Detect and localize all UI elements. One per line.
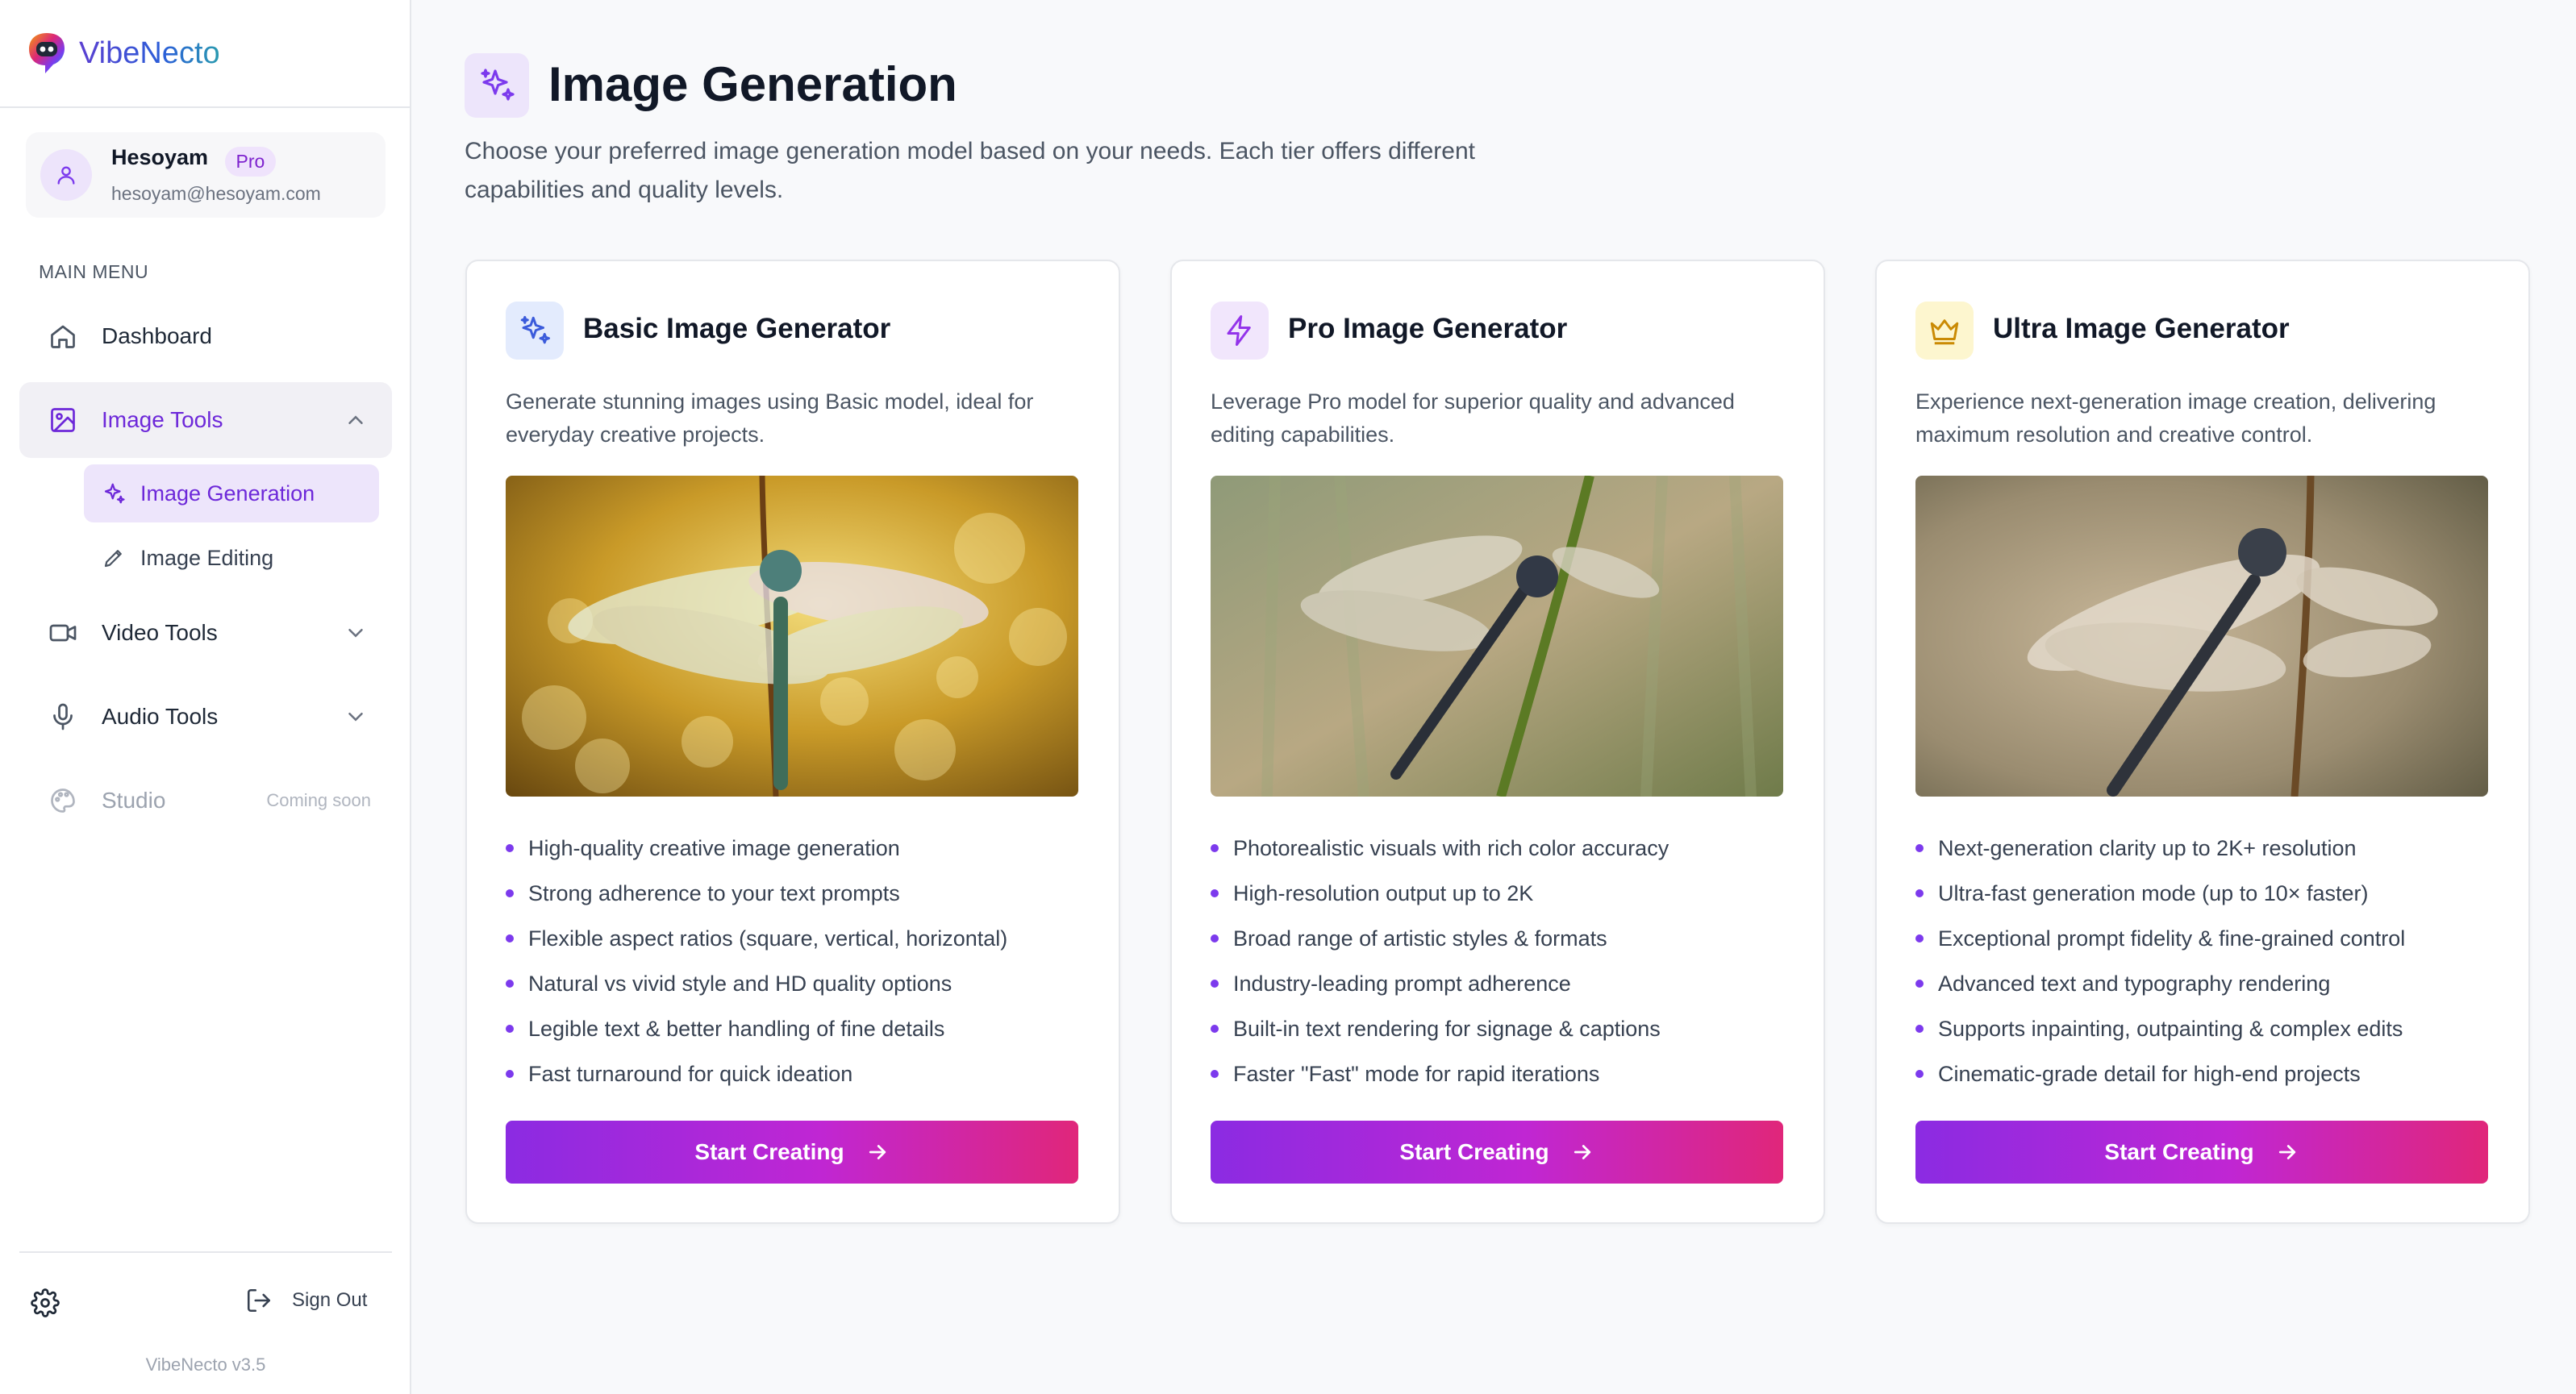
start-creating-button[interactable]: Start Creating: [506, 1121, 1078, 1184]
sidebar-item-audio-tools[interactable]: Audio Tools: [19, 679, 392, 755]
card-icon: [1211, 302, 1269, 360]
card-title: Pro Image Generator: [1288, 313, 1568, 344]
logout-icon: [247, 1288, 271, 1313]
image-icon: [51, 408, 75, 432]
feature-item: Supports inpainting, outpainting & compl…: [1915, 1006, 2405, 1051]
feature-item: Flexible aspect ratios (square, vertical…: [506, 916, 1007, 961]
feature-list: High-quality creative image generation S…: [506, 826, 1007, 1096]
app-logo-icon: [29, 33, 65, 73]
user-email: hesoyam@hesoyam.com: [111, 182, 321, 204]
pencil-icon: [104, 550, 122, 568]
card-preview-image: [1211, 476, 1783, 797]
sidebar-subitem-image-editing[interactable]: Image Editing: [84, 529, 379, 587]
palette-icon: [51, 789, 75, 813]
feature-item: Built-in text rendering for signage & ca…: [1211, 1006, 1669, 1051]
feature-list: Next-generation clarity up to 2K+ resolu…: [1915, 826, 2405, 1096]
user-name: Hesoyam: [111, 145, 209, 170]
feature-item: Ultra-fast generation mode (up to 10× fa…: [1915, 871, 2405, 916]
crown-icon: [1930, 319, 1959, 345]
model-card-basic: Basic Image Generator Generate stunning …: [465, 260, 1120, 1224]
sidebar-item-label: Video Tools: [102, 620, 218, 645]
sign-out-label: Sign Out: [292, 1289, 368, 1311]
feature-item: Natural vs vivid style and HD quality op…: [506, 961, 1007, 1006]
start-creating-button[interactable]: Start Creating: [1211, 1121, 1783, 1184]
arrow-right-icon: [869, 1145, 886, 1159]
feature-item: Exceptional prompt fidelity & fine-grain…: [1915, 916, 2405, 961]
page-description: Choose your preferred image generation m…: [465, 138, 1475, 203]
menu-section-title: MAIN MENU: [39, 261, 149, 282]
chevron-up-icon[interactable]: [344, 408, 368, 432]
lightning-icon: [1227, 315, 1251, 346]
sidebar-item-image-tools[interactable]: Image Tools: [19, 382, 392, 458]
card-preview-image: [1915, 476, 2488, 797]
user-profile-card[interactable]: Hesoyam Pro hesoyam@hesoyam.com: [26, 132, 386, 218]
feature-item: Industry-leading prompt adherence: [1211, 961, 1669, 1006]
card-description: Experience next-generation image creatio…: [1915, 389, 2436, 447]
sidebar-item-studio: Studio Coming soon: [19, 763, 392, 838]
home-icon: [51, 325, 75, 348]
feature-item: Next-generation clarity up to 2K+ resolu…: [1915, 826, 2405, 871]
feature-item: Fast turnaround for quick ideation: [506, 1051, 1007, 1096]
feature-item: Faster "Fast" mode for rapid iterations: [1211, 1051, 1669, 1096]
card-title: Ultra Image Generator: [1993, 313, 2290, 344]
dragonfly-image: [1915, 476, 2488, 797]
card-title: Basic Image Generator: [583, 313, 891, 344]
feature-item: High-quality creative image generation: [506, 826, 1007, 871]
app-name: VibeNecto: [79, 35, 220, 70]
brand[interactable]: VibeNecto: [0, 0, 410, 108]
sparkles-icon: [481, 69, 515, 101]
feature-item: Legible text & better handling of fine d…: [506, 1006, 1007, 1051]
card-icon: [506, 302, 564, 360]
coming-soon-label: Coming soon: [266, 790, 371, 810]
plan-badge: Pro: [224, 146, 277, 177]
chevron-down-icon[interactable]: [344, 705, 368, 729]
sidebar-subitem-image-generation[interactable]: Image Generation: [84, 464, 379, 522]
model-card-pro: Pro Image Generator Leverage Pro model f…: [1170, 260, 1825, 1224]
sidebar-item-label: Image Tools: [102, 407, 223, 432]
sidebar-item-label: Dashboard: [102, 323, 212, 348]
button-label: Start Creating: [2104, 1139, 2254, 1164]
dragonfly-image: [506, 476, 1078, 797]
card-description: Leverage Pro model for superior quality …: [1211, 389, 1735, 447]
sign-out-button[interactable]: Sign Out: [245, 1287, 367, 1314]
sidebar-item-label: Studio: [102, 788, 166, 813]
page-title: Image Generation: [548, 57, 957, 111]
video-icon: [49, 624, 77, 642]
sidebar-subitem-label: Image Generation: [140, 481, 315, 506]
feature-item: Photorealistic visuals with rich color a…: [1211, 826, 1669, 871]
feature-list: Photorealistic visuals with rich color a…: [1211, 826, 1669, 1096]
sidebar-item-dashboard[interactable]: Dashboard: [19, 298, 392, 374]
dragonfly-image: [1211, 476, 1783, 797]
gear-icon[interactable]: [31, 1288, 60, 1317]
avatar: [40, 149, 92, 201]
feature-item: Strong adherence to your text prompts: [506, 871, 1007, 916]
sidebar-subitem-label: Image Editing: [140, 545, 274, 570]
sidebar-item-label: Audio Tools: [102, 704, 219, 729]
user-icon: [57, 166, 75, 185]
app-version: VibeNecto v3.5: [145, 1354, 266, 1375]
sparkles-icon: [104, 483, 125, 504]
start-creating-button[interactable]: Start Creating: [1915, 1121, 2488, 1184]
feature-item: Advanced text and typography rendering: [1915, 961, 2405, 1006]
divider: [19, 1251, 392, 1253]
feature-item: High-resolution output up to 2K: [1211, 871, 1669, 916]
card-icon: [1915, 302, 1974, 360]
card-preview-image: [506, 476, 1078, 797]
feature-item: Cinematic-grade detail for high-end proj…: [1915, 1051, 2405, 1096]
arrow-right-icon: [1574, 1145, 1590, 1159]
arrow-right-icon: [2278, 1145, 2295, 1159]
sparkles-icon: [520, 315, 550, 344]
button-label: Start Creating: [1399, 1139, 1549, 1164]
button-label: Start Creating: [694, 1139, 844, 1164]
sidebar: VibeNecto Hesoyam Pro hesoyam@hesoyam.co…: [0, 0, 411, 1394]
page-icon: [465, 53, 529, 118]
microphone-icon: [53, 703, 73, 730]
feature-item: Broad range of artistic styles & formats: [1211, 916, 1669, 961]
chevron-down-icon[interactable]: [344, 621, 368, 645]
model-card-ultra: Ultra Image Generator Experience next-ge…: [1875, 260, 2530, 1224]
sidebar-item-video-tools[interactable]: Video Tools: [19, 595, 392, 671]
card-description: Generate stunning images using Basic mod…: [506, 389, 1034, 447]
